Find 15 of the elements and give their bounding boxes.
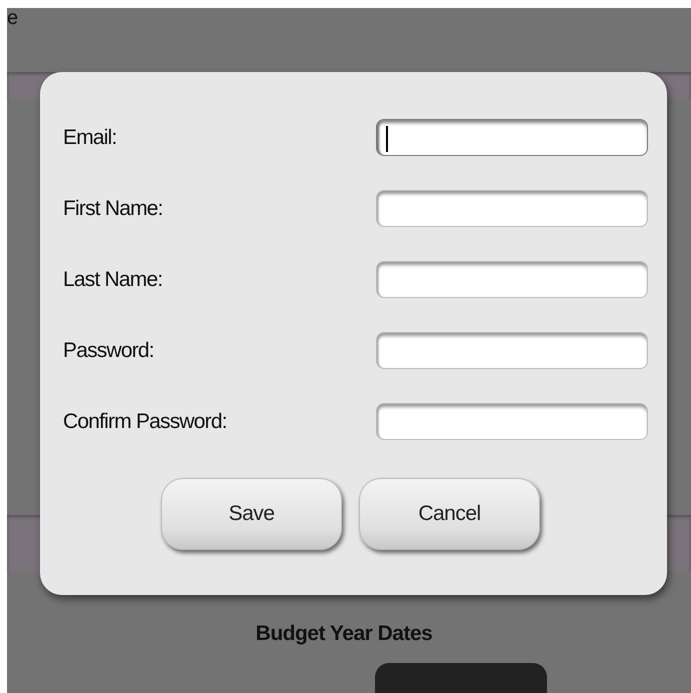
cancel-button[interactable]: Cancel — [359, 478, 540, 550]
input-field[interactable] — [376, 332, 648, 369]
input-field[interactable] — [376, 403, 648, 440]
field-label: Last Name: — [63, 268, 162, 292]
input-field[interactable] — [376, 261, 648, 298]
input-field[interactable] — [376, 119, 648, 156]
field-label: Email: — [63, 126, 117, 150]
save-button[interactable]: Save — [161, 478, 342, 550]
heading-text: e — [7, 8, 18, 28]
field-label: Confirm Password: — [63, 410, 227, 434]
field-label: Password: — [63, 338, 154, 362]
field-label: First Name: — [63, 196, 163, 220]
input-field[interactable] — [376, 190, 648, 227]
section-title: Budget Year Dates — [256, 622, 432, 646]
text-cursor — [386, 126, 388, 152]
